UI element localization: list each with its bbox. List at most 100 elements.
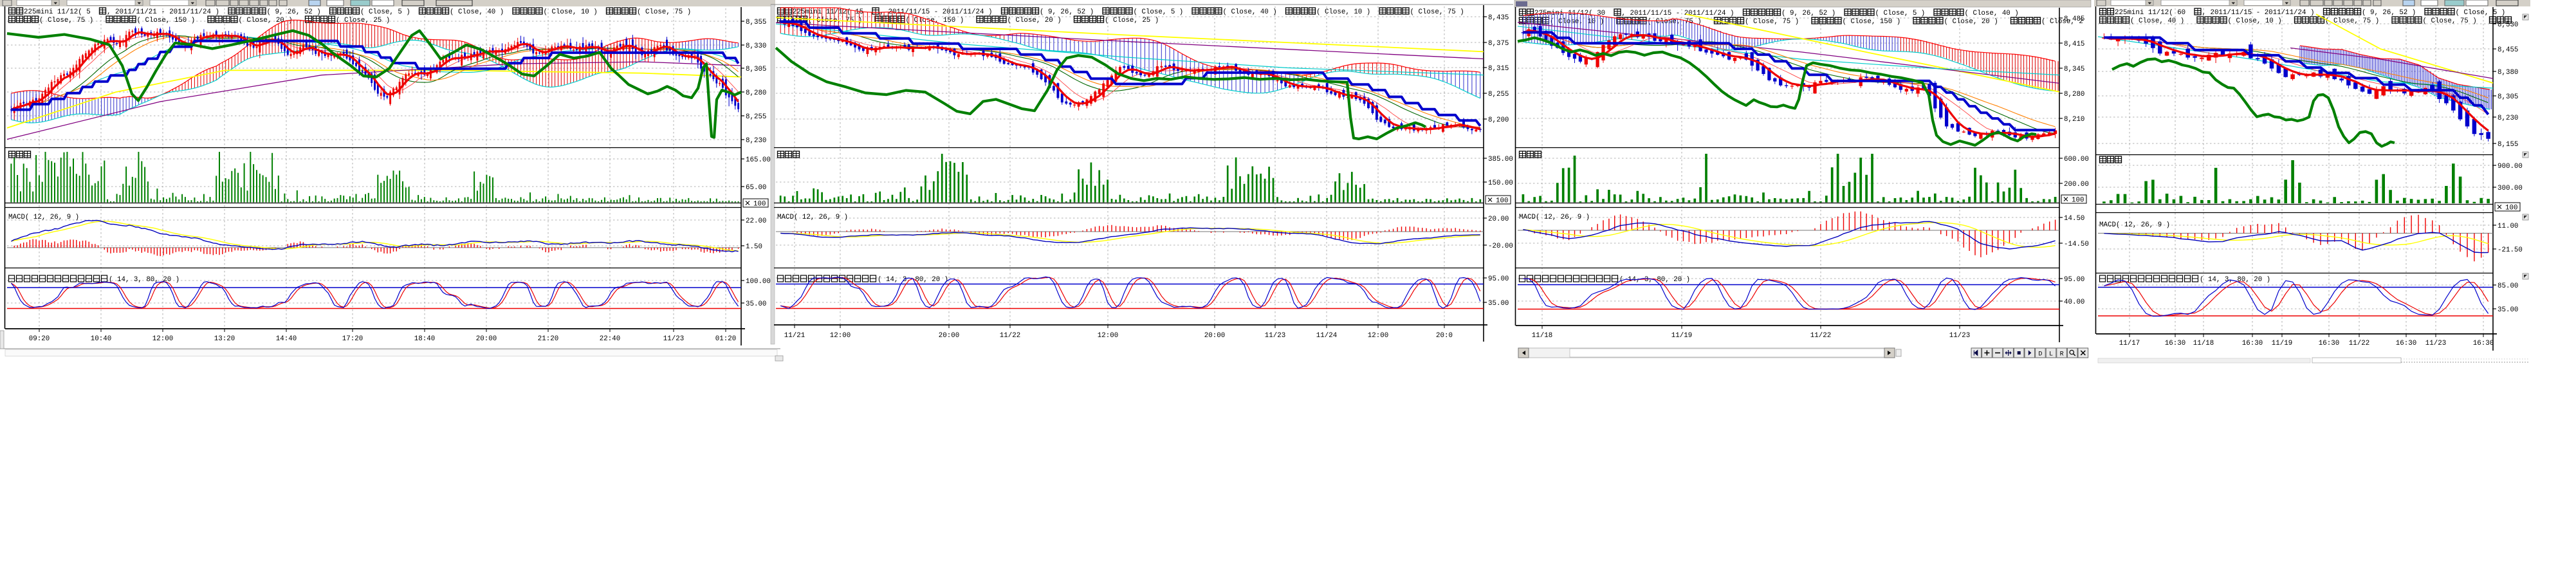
svg-text:95.00: 95.00: [2064, 276, 2084, 284]
svg-text:8,415: 8,415: [2064, 41, 2084, 48]
svg-text:11/23: 11/23: [1265, 332, 1285, 340]
svg-text:85.00: 85.00: [2498, 282, 2518, 290]
svg-text:20:00: 20:00: [939, 332, 959, 340]
svg-text:11/23: 11/23: [663, 335, 684, 343]
svg-text:, 2011/11/15 - 2011/11/24 ): , 2011/11/15 - 2011/11/24 ): [2202, 9, 2315, 17]
svg-text:8,305: 8,305: [746, 66, 766, 73]
svg-text:18:40: 18:40: [414, 335, 435, 343]
svg-text:( Close, 25 ): ( Close, 25 ): [1105, 17, 1159, 24]
svg-text:8,155: 8,155: [2498, 141, 2518, 149]
svg-text:35.00: 35.00: [746, 300, 766, 308]
svg-text:8,280: 8,280: [2064, 91, 2084, 98]
svg-text:225mini 11/12( 5: 225mini 11/12( 5: [24, 8, 91, 16]
svg-text:14:40: 14:40: [276, 335, 297, 343]
svg-text:11/17: 11/17: [2119, 340, 2140, 347]
svg-text:( Close, 5 ): ( Close, 5 ): [360, 8, 410, 16]
svg-text:( Close, 20 ): ( Close, 20 ): [1944, 18, 1998, 26]
svg-text:, 2011/11/15 - 2011/11/24 ): , 2011/11/15 - 2011/11/24 ): [1622, 10, 1734, 17]
svg-text:( Close, 75 ): ( Close, 75 ): [39, 17, 93, 24]
svg-text:( Close, 75 ): ( Close, 75 ): [1410, 8, 1464, 16]
svg-text:11/24: 11/24: [1316, 332, 1337, 340]
svg-text:MACD( 12, 26, 9 ): MACD( 12, 26, 9 ): [1519, 214, 1590, 221]
svg-text:8,345: 8,345: [2064, 66, 2084, 73]
svg-text:( Close, 75 ): ( Close, 75 ): [1745, 18, 1799, 26]
svg-text:( Close, 5 ): ( Close, 5 ): [1875, 10, 1926, 17]
svg-text:20:00: 20:00: [1204, 332, 1225, 340]
svg-text:( Close, 150 ): ( Close, 150 ): [137, 17, 196, 24]
svg-text:200.00: 200.00: [2064, 181, 2089, 188]
svg-text:16:30: 16:30: [2473, 340, 2494, 347]
svg-text:R: R: [2060, 351, 2064, 358]
svg-text:100: 100: [2072, 197, 2084, 205]
svg-text:11/18: 11/18: [1532, 332, 1552, 340]
svg-text:01:20: 01:20: [715, 335, 736, 343]
svg-text:12:00: 12:00: [1368, 332, 1388, 340]
svg-text:-20.00: -20.00: [1488, 243, 1513, 250]
svg-text:11.00: 11.00: [2498, 223, 2518, 230]
svg-text:( 9, 26, 52 ): ( 9, 26, 52 ): [1040, 8, 1094, 16]
svg-text:8,255: 8,255: [1488, 91, 1509, 98]
svg-text:( 14, 3, 80, 20 ): ( 14, 3, 80, 20 ): [878, 276, 948, 284]
svg-text:( Close, 20 ): ( Close, 20 ): [1007, 17, 1062, 24]
svg-text:20:00: 20:00: [476, 335, 497, 343]
svg-text:11/21: 11/21: [784, 332, 805, 340]
svg-text:8,315: 8,315: [1488, 65, 1509, 73]
svg-text:-21.50: -21.50: [2498, 246, 2523, 254]
svg-text:8,230: 8,230: [2498, 115, 2518, 122]
svg-text:385.00: 385.00: [1488, 156, 1513, 163]
svg-text:8,380: 8,380: [2498, 69, 2518, 77]
svg-text:11/22: 11/22: [2349, 340, 2369, 347]
svg-text:225mini 11/12( 15: 225mini 11/12( 15: [793, 8, 863, 16]
svg-text:( 9, 26, 52 ): ( 9, 26, 52 ): [2362, 9, 2416, 17]
svg-text:09:20: 09:20: [29, 335, 50, 343]
svg-text:8,455: 8,455: [2498, 46, 2518, 54]
svg-text:20:0: 20:0: [1436, 332, 1453, 340]
svg-text:( 9, 26, 52 ): ( 9, 26, 52 ): [1781, 10, 1835, 17]
svg-text:100: 100: [2505, 205, 2517, 212]
svg-text:( Close, 75 ): ( Close, 75 ): [2423, 17, 2477, 25]
svg-text:13:20: 13:20: [214, 335, 235, 343]
svg-text:12:00: 12:00: [830, 332, 851, 340]
svg-text:-14.50: -14.50: [2064, 241, 2089, 248]
svg-text:900.00: 900.00: [2498, 163, 2523, 170]
svg-text:11/23: 11/23: [1949, 332, 1970, 340]
svg-text:225mini 11/12( 60: 225mini 11/12( 60: [2115, 9, 2185, 17]
svg-text:65.00: 65.00: [746, 184, 766, 192]
svg-text:8,255: 8,255: [746, 113, 766, 121]
svg-text:17:20: 17:20: [342, 335, 363, 343]
svg-text:8,330: 8,330: [746, 42, 766, 50]
svg-text:8,435: 8,435: [1488, 14, 1509, 22]
svg-text:16:30: 16:30: [2242, 340, 2263, 347]
svg-text:( Close, 10 ): ( Close, 10 ): [1316, 8, 1370, 16]
svg-text:16:30: 16:30: [2319, 340, 2339, 347]
svg-text:11/22: 11/22: [1000, 332, 1020, 340]
svg-text:16:30: 16:30: [2396, 340, 2416, 347]
svg-text:( Close, 40 ): ( Close, 40 ): [2130, 17, 2184, 25]
svg-text:11/19: 11/19: [1671, 332, 1692, 340]
svg-text:12:00: 12:00: [152, 335, 173, 343]
svg-text:8,305: 8,305: [2498, 93, 2518, 101]
svg-text:8,375: 8,375: [1488, 40, 1509, 48]
svg-text:14.50: 14.50: [2064, 215, 2084, 223]
svg-text:L: L: [2049, 351, 2053, 358]
svg-text:( Close, 2: ( Close, 2: [2041, 18, 2083, 26]
svg-text:12:00: 12:00: [1098, 332, 1118, 340]
svg-text:11/19: 11/19: [2272, 340, 2292, 347]
svg-text:( 9, 26, 52 ): ( 9, 26, 52 ): [267, 8, 321, 16]
svg-text:40.00: 40.00: [2064, 299, 2084, 306]
svg-text:8,230: 8,230: [746, 137, 766, 145]
svg-text:8,210: 8,210: [2064, 116, 2084, 124]
svg-text:100.00: 100.00: [746, 278, 771, 286]
svg-text:MACD( 12, 26, 9 ): MACD( 12, 26, 9 ): [777, 214, 848, 221]
svg-text:35.00: 35.00: [2498, 306, 2518, 314]
svg-text:( Close, 40 ): ( Close, 40 ): [1223, 8, 1277, 16]
svg-text:( Close, 40 ): ( Close, 40 ): [1965, 10, 2019, 17]
svg-text:( Close, 150 ): ( Close, 150 ): [1843, 18, 1901, 26]
svg-text:MACD( 12, 26, 9 ): MACD( 12, 26, 9 ): [2099, 221, 2170, 229]
svg-text:( Close, 150 ): ( Close, 150 ): [906, 17, 964, 24]
svg-text:( Close, 75 ): ( Close, 75 ): [637, 8, 691, 16]
svg-text:10:40: 10:40: [91, 335, 111, 343]
svg-text:21:20: 21:20: [538, 335, 558, 343]
svg-text:11/23: 11/23: [2425, 340, 2446, 347]
svg-text:35.00: 35.00: [1488, 300, 1509, 308]
